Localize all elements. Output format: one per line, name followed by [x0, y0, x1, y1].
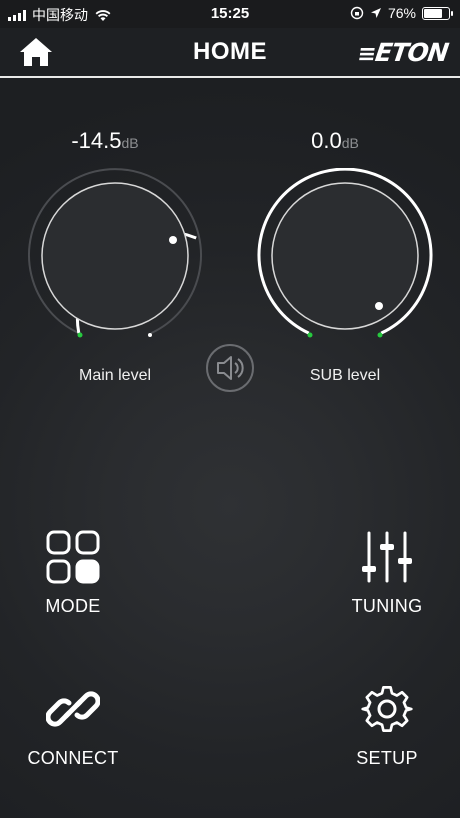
sub-level-unit: dB — [341, 135, 359, 151]
gear-icon — [361, 686, 413, 732]
main-level-label: Main level — [78, 367, 152, 384]
sub-level-readout: 0.0dB — [255, 128, 415, 154]
main-level-unit: dB — [121, 135, 139, 151]
main-level-min-indicator — [77, 332, 83, 338]
battery-percent: 76% — [387, 5, 416, 21]
brand-text: ETON — [373, 38, 451, 67]
sub-level-max-indicator — [377, 332, 383, 338]
main-level-pointer — [169, 236, 177, 244]
tuning-label: TUNING — [351, 596, 423, 616]
brand-logo: ≡ETON — [356, 38, 451, 67]
nav-bar: HOME ≡ETON — [0, 28, 460, 76]
setup-label: SETUP — [356, 748, 418, 768]
battery-fill — [424, 8, 443, 18]
sub-level-value: 0.0 — [311, 128, 342, 153]
tuning-button[interactable]: TUNING — [327, 530, 447, 617]
main-level-max-indicator — [148, 333, 152, 337]
sub-level-min-indicator — [307, 332, 313, 338]
location-icon — [370, 8, 381, 18]
sub-level-knob[interactable] — [255, 168, 435, 348]
setup-button[interactable]: SETUP — [327, 682, 447, 769]
speaker-icon[interactable] — [205, 343, 255, 393]
mode-button[interactable]: MODE — [13, 530, 133, 617]
sub-level-label: SUB level — [309, 367, 381, 384]
connect-button[interactable]: CONNECT — [13, 682, 133, 769]
sub-level-pointer — [375, 302, 383, 310]
connect-label: CONNECT — [27, 748, 119, 768]
orientation-lock-icon — [350, 6, 364, 20]
link-icon — [46, 691, 100, 727]
nav-divider — [0, 76, 460, 78]
main-level-value: -14.5 — [71, 128, 122, 153]
grid-icon — [46, 530, 100, 584]
main-level-readout: -14.5dB — [25, 128, 185, 154]
status-right: 76% — [350, 5, 453, 21]
battery-icon — [422, 6, 453, 20]
sliders-icon — [362, 531, 412, 583]
status-bar: 中国移动 15:25 76% — [0, 0, 460, 28]
main-level-knob[interactable] — [25, 168, 205, 348]
mode-label: MODE — [45, 596, 101, 616]
